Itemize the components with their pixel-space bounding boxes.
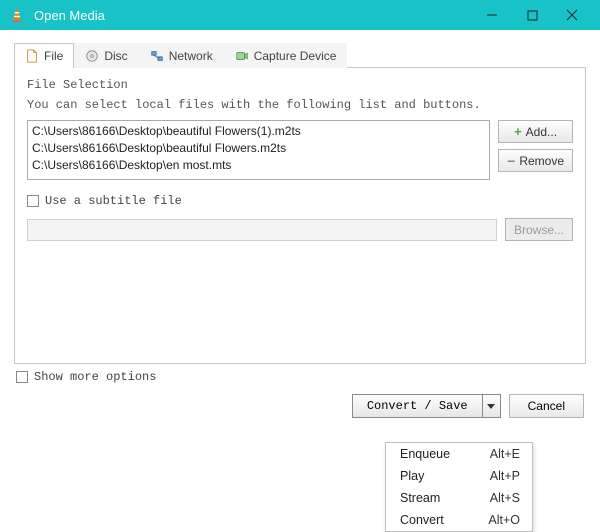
menu-label: Play <box>400 469 424 483</box>
menu-shortcut: Alt+S <box>490 491 520 505</box>
tab-label: Network <box>169 49 213 63</box>
button-label: Remove <box>519 154 564 168</box>
network-icon <box>150 49 164 63</box>
subtitle-checkbox[interactable] <box>27 195 39 207</box>
more-options-label: Show more options <box>34 370 156 384</box>
list-item[interactable]: C:\Users\86166\Desktop\beautiful Flowers… <box>32 123 485 140</box>
convert-save-dropdown-toggle[interactable] <box>482 395 500 417</box>
tab-network[interactable]: Network <box>139 43 224 68</box>
menu-item-convert[interactable]: ConvertAlt+O <box>386 509 532 531</box>
button-label: Cancel <box>528 399 565 413</box>
tab-label: Capture Device <box>254 49 337 63</box>
button-label[interactable]: Convert / Save <box>353 395 482 417</box>
more-options-checkbox[interactable] <box>16 371 28 383</box>
add-button[interactable]: + Add... <box>498 120 573 143</box>
subtitle-row: Use a subtitle file <box>27 194 573 208</box>
list-item[interactable]: C:\Users\86166\Desktop\en most.mts <box>32 157 485 174</box>
menu-shortcut: Alt+P <box>490 469 520 483</box>
menu-label: Stream <box>400 491 440 505</box>
minimize-button[interactable] <box>472 0 512 30</box>
tab-capture[interactable]: Capture Device <box>224 43 348 68</box>
menu-item-play[interactable]: Play Alt+P <box>386 465 532 487</box>
convert-save-dropdown-menu: Enqueue Alt+E Play Alt+P Stream Alt+S Conve… <box>385 442 533 532</box>
browse-subtitle-button: Browse... <box>505 218 573 241</box>
file-list[interactable]: C:\Users\86166\Desktop\beautiful Flowers… <box>27 120 490 180</box>
tab-panel-file: File Selection You can select local file… <box>14 68 586 364</box>
tab-bar: File Disc Network Capture Device <box>14 42 586 68</box>
dialog-footer: Show more options Convert / Save Cancel <box>14 370 586 418</box>
chevron-down-icon <box>487 404 495 409</box>
cancel-button[interactable]: Cancel <box>509 394 584 418</box>
menu-label: Enqueue <box>400 447 450 461</box>
tab-label: File <box>44 49 63 63</box>
button-label: Browse... <box>514 223 564 237</box>
window-title: Open Media <box>34 8 472 23</box>
minus-icon: − <box>507 154 515 168</box>
menu-item-enqueue[interactable]: Enqueue Alt+E <box>386 443 532 465</box>
close-button[interactable] <box>552 0 592 30</box>
tab-label: Disc <box>104 49 127 63</box>
titlebar: Open Media <box>0 0 600 30</box>
menu-shortcut: Alt+E <box>490 447 520 461</box>
convert-save-button[interactable]: Convert / Save <box>352 394 501 418</box>
section-hint: You can select local files with the foll… <box>27 98 573 112</box>
list-item[interactable]: C:\Users\86166\Desktop\beautiful Flowers… <box>32 140 485 157</box>
plus-icon: + <box>514 125 522 138</box>
dialog-client: File Disc Network Capture Device File Se… <box>0 30 600 426</box>
menu-item-stream[interactable]: Stream Alt+S <box>386 487 532 509</box>
subtitle-path-input <box>27 219 497 241</box>
tab-disc[interactable]: Disc <box>74 43 138 68</box>
maximize-button[interactable] <box>512 0 552 30</box>
capture-device-icon <box>235 49 249 63</box>
tab-file[interactable]: File <box>14 43 74 68</box>
file-icon <box>25 49 39 63</box>
remove-button[interactable]: −Remove <box>498 149 573 172</box>
subtitle-label: Use a subtitle file <box>45 194 182 208</box>
button-label: Add... <box>526 125 557 139</box>
disc-icon <box>85 49 99 63</box>
section-title: File Selection <box>27 78 573 92</box>
vlc-cone-icon <box>8 6 26 24</box>
